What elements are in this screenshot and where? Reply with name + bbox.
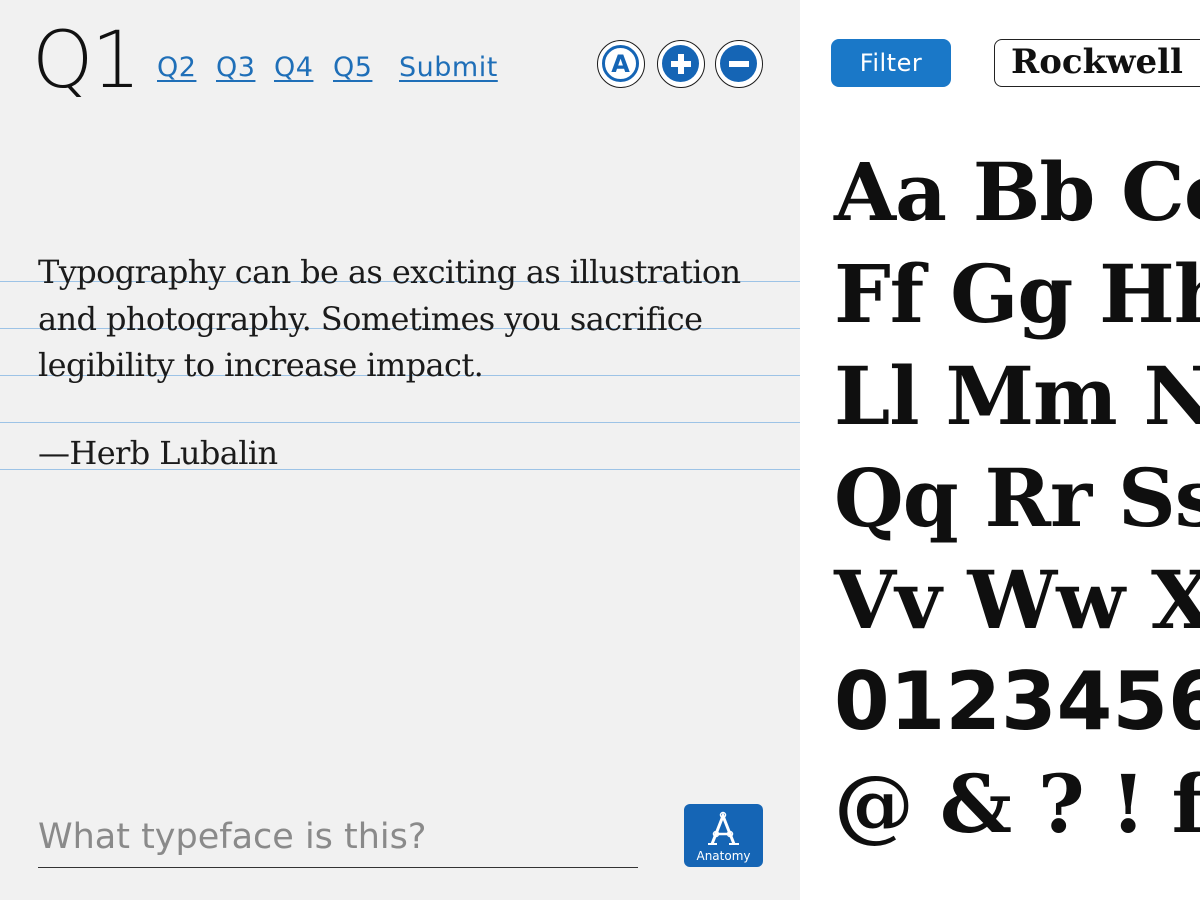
specimen-row: Aa Bb Cc	[834, 145, 1200, 239]
font-name-field[interactable]: Rockwell	[994, 39, 1200, 87]
typeface-answer-input[interactable]	[38, 806, 638, 868]
quote-attribution: —Herb Lubalin	[38, 434, 278, 472]
question-link-q4[interactable]: Q4	[274, 52, 313, 83]
specimen-panel: Filter Rockwell Aa Bb Cc Ff Gg Hh Ll Mm …	[800, 0, 1200, 900]
specimen-row: Ll Mm Nn	[834, 349, 1200, 443]
specimen-row: Vv Ww Xx	[834, 553, 1200, 647]
question-panel: Q1 Q2 Q3 Q4 Q5 Submit A Typography can b…	[0, 0, 800, 900]
plus-icon	[662, 45, 699, 82]
submit-link[interactable]: Submit	[399, 52, 498, 83]
specimen-row: 01234567	[834, 655, 1200, 748]
question-link-q2[interactable]: Q2	[157, 52, 196, 83]
ruled-line	[0, 422, 800, 423]
question-link-q5[interactable]: Q5	[333, 52, 372, 83]
font-size-icon: A	[602, 45, 639, 82]
specimen-row: Ff Gg Hh	[834, 247, 1200, 341]
anatomy-button[interactable]: Anatomy	[684, 804, 763, 867]
font-size-button[interactable]: A	[597, 40, 645, 88]
minus-icon	[720, 45, 757, 82]
anatomy-label: Anatomy	[696, 849, 751, 863]
quote-text: Typography can be as exciting as illustr…	[38, 253, 741, 384]
specimen-row: Qq Rr Ss	[834, 451, 1200, 545]
zoom-out-button[interactable]	[715, 40, 763, 88]
zoom-in-button[interactable]	[657, 40, 705, 88]
specimen-row: @ & ? ! ff	[834, 757, 1200, 851]
current-question-label: Q1	[32, 16, 141, 106]
question-link-q3[interactable]: Q3	[216, 52, 255, 83]
letter-a-anatomy-icon	[708, 811, 739, 845]
filter-button[interactable]: Filter	[831, 39, 951, 87]
